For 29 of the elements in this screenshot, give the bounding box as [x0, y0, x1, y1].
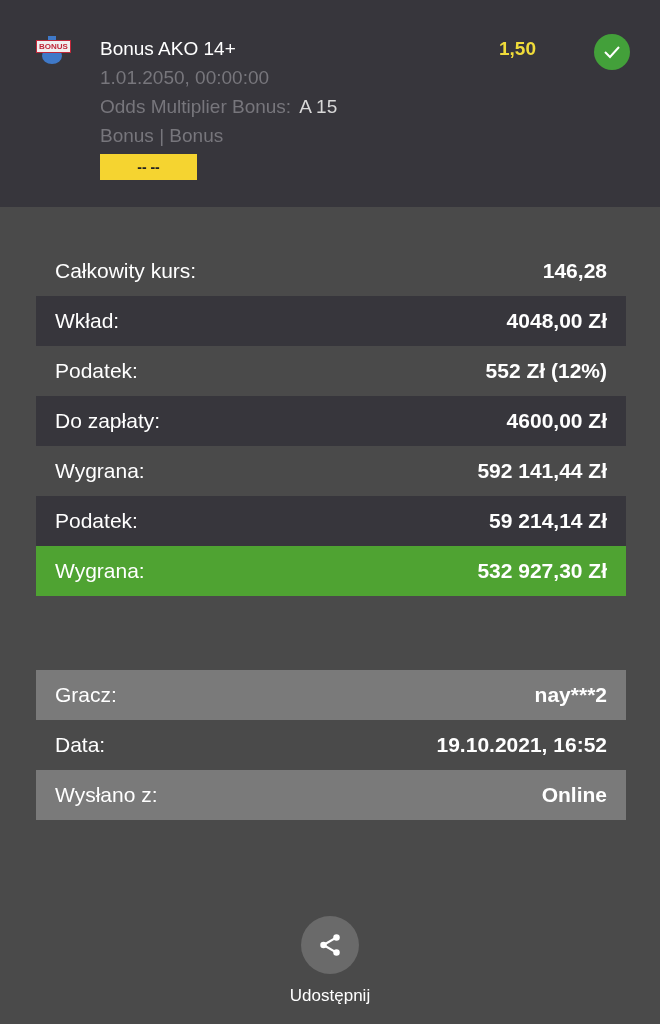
row-value: 592 141,44 Zł: [477, 459, 607, 483]
market-value: A 15: [299, 95, 338, 119]
bet-title: Bonus AKO 14+: [100, 37, 237, 61]
bet-date: 1.01.2050, 00:00:00: [100, 66, 271, 90]
row-label: Podatek:: [55, 509, 138, 533]
row-label: Data:: [55, 733, 106, 757]
bet-category: Bonus | Bonus: [100, 124, 225, 148]
row-label: Całkowity kurs:: [55, 259, 197, 283]
score-badge: -- --: [100, 154, 197, 180]
row-label: Wysłano z:: [55, 783, 158, 807]
row-value: nay***2: [534, 683, 607, 707]
odds-value: 1,50: [499, 38, 536, 61]
market-label: Odds Multiplier Bonus:: [100, 95, 292, 119]
row-label: Wygrana:: [55, 559, 145, 583]
row-label: Do zapłaty:: [55, 409, 161, 433]
row-value: 4048,00 Zł: [506, 309, 607, 333]
row-value: 59 214,14 Zł: [489, 509, 607, 533]
row-label: Gracz:: [55, 683, 117, 707]
share-label: Udostępnij: [289, 986, 371, 1006]
row-value: 146,28: [542, 259, 607, 283]
row-label: Wkład:: [55, 309, 120, 333]
row-label: Podatek:: [55, 359, 138, 383]
row-label: Wygrana:: [55, 459, 145, 483]
row-value: 552 Zł (12%): [485, 359, 607, 383]
row-value: 4600,00 Zł: [506, 409, 607, 433]
row-value: 532 927,30 Zł: [477, 559, 607, 583]
row-value: Online: [541, 783, 607, 807]
row-value: 19.10.2021, 16:52: [436, 733, 607, 757]
share-icon: [317, 932, 343, 958]
